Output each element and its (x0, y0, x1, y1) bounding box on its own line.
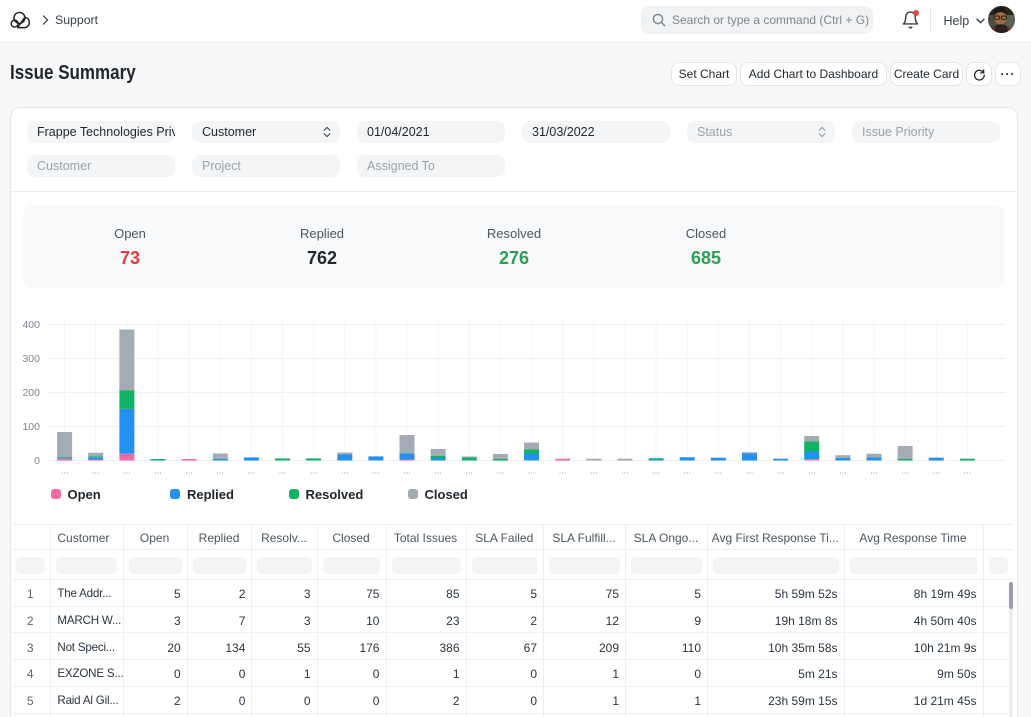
svg-text:100: 100 (22, 421, 40, 433)
svg-text:...: ... (497, 466, 505, 476)
svg-text:...: ... (652, 466, 660, 476)
svg-text:...: ... (901, 466, 909, 476)
svg-text:...: ... (185, 466, 193, 476)
svg-text:400: 400 (22, 319, 40, 331)
svg-text:...: ... (434, 466, 442, 476)
svg-text:...: ... (216, 466, 224, 476)
svg-text:...: ... (746, 466, 754, 476)
svg-text:0: 0 (34, 455, 40, 467)
svg-text:...: ... (248, 466, 256, 476)
svg-text:...: ... (310, 466, 318, 476)
svg-text:...: ... (839, 466, 847, 476)
svg-text:...: ... (61, 466, 69, 476)
svg-text:...: ... (279, 466, 287, 476)
svg-text:...: ... (715, 466, 723, 476)
svg-text:200: 200 (22, 387, 40, 399)
svg-text:...: ... (92, 466, 100, 476)
svg-text:...: ... (403, 466, 411, 476)
svg-text:300: 300 (22, 353, 40, 365)
svg-text:...: ... (590, 466, 598, 476)
svg-text:...: ... (123, 466, 131, 476)
svg-text:...: ... (559, 466, 567, 476)
svg-text:...: ... (621, 466, 629, 476)
svg-text:...: ... (683, 466, 691, 476)
svg-text:...: ... (777, 466, 785, 476)
svg-text:...: ... (372, 466, 380, 476)
svg-text:...: ... (341, 466, 349, 476)
svg-text:...: ... (154, 466, 162, 476)
svg-text:...: ... (528, 466, 536, 476)
svg-text:...: ... (964, 466, 972, 476)
svg-text:...: ... (466, 466, 474, 476)
svg-text:...: ... (870, 466, 878, 476)
svg-text:...: ... (932, 466, 940, 476)
svg-text:...: ... (808, 466, 816, 476)
